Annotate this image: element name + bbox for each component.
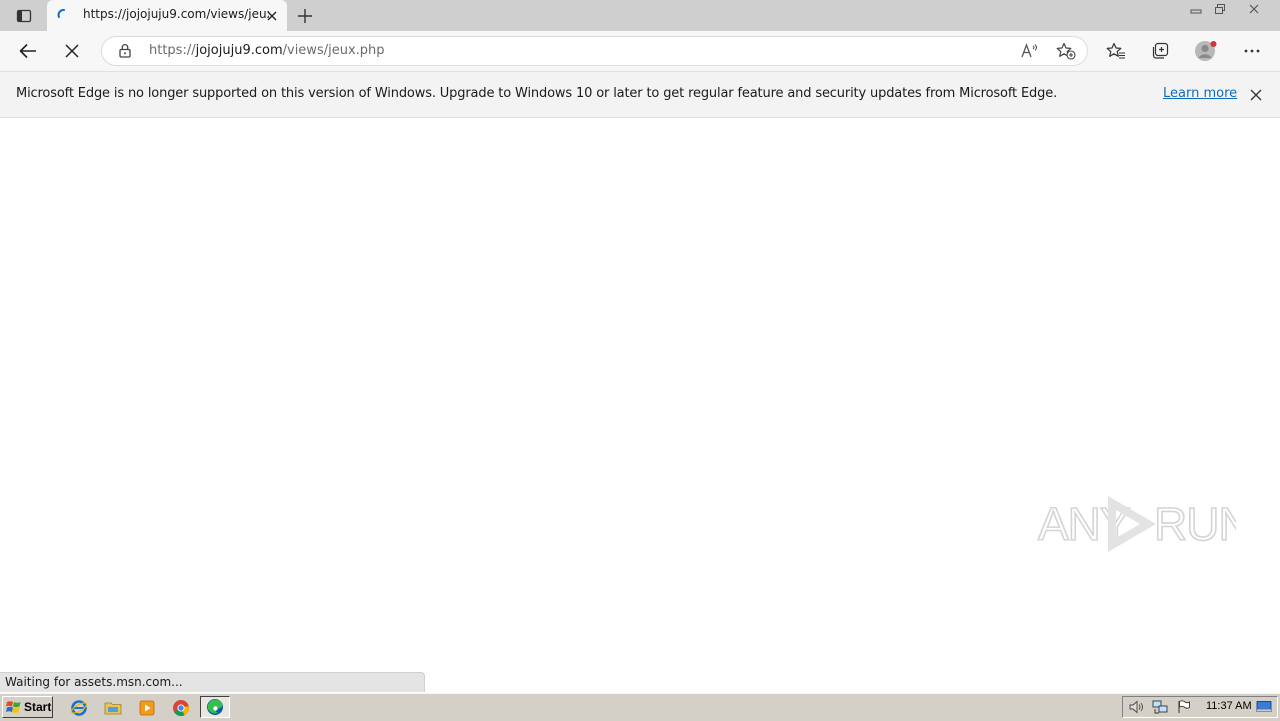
new-tab-button[interactable] xyxy=(293,4,317,28)
quick-launch-file-explorer[interactable] xyxy=(100,697,126,718)
unsupported-os-infobar: Microsoft Edge is no longer supported on… xyxy=(0,72,1280,118)
svg-text:RUN: RUN xyxy=(1154,498,1236,550)
minimize-icon xyxy=(1190,9,1202,14)
tab-strip: https://jojojuju9.com/views/jeux.php xyxy=(0,0,1280,31)
add-favorite-button[interactable] xyxy=(1055,41,1077,61)
start-label: Start xyxy=(24,700,52,714)
quick-launch-media-player[interactable] xyxy=(134,697,160,718)
tray-volume[interactable] xyxy=(1128,699,1146,715)
favorites-button[interactable] xyxy=(1103,39,1129,63)
add-favorite-icon xyxy=(1056,42,1076,60)
url-path: /views/jeux.php xyxy=(282,43,385,58)
browser-toolbar: https://jojojuju9.com/views/jeux.php xyxy=(0,31,1280,72)
infobar-close-button[interactable] xyxy=(1246,85,1266,105)
close-icon xyxy=(1250,89,1262,101)
edge-icon xyxy=(207,699,223,715)
url-host: jojojuju9.com xyxy=(195,43,283,58)
system-tray: 11:37 AM xyxy=(1122,696,1278,718)
anyrun-watermark: ANY RUN xyxy=(1037,496,1236,552)
loading-spinner-icon xyxy=(57,9,65,18)
network-icon xyxy=(1152,700,1168,714)
profile-button[interactable] xyxy=(1193,39,1219,63)
close-icon xyxy=(1249,4,1259,14)
restore-icon xyxy=(1215,4,1225,14)
learn-more-link[interactable]: Learn more xyxy=(1163,86,1237,101)
flag-icon xyxy=(1178,700,1190,713)
collections-button[interactable] xyxy=(1147,39,1173,63)
taskbar-edge-button[interactable] xyxy=(200,696,230,718)
quick-launch-chrome[interactable] xyxy=(168,697,194,718)
taskbar: Start 11:37 AM xyxy=(0,692,1280,721)
stop-icon xyxy=(65,44,79,58)
window-minimize-button[interactable] xyxy=(1184,0,1208,18)
start-button[interactable]: Start xyxy=(2,696,53,718)
back-arrow-icon xyxy=(19,43,36,59)
page-content xyxy=(0,118,1280,692)
window-restore-button[interactable] xyxy=(1208,0,1232,18)
favorites-icon xyxy=(1106,42,1125,59)
tray-action-center[interactable] xyxy=(1175,699,1193,715)
url-scheme: https:// xyxy=(149,43,196,58)
lock-icon[interactable] xyxy=(118,43,132,58)
chrome-icon xyxy=(173,699,190,716)
tab-actions-icon xyxy=(16,9,32,23)
media-player-icon xyxy=(139,700,155,715)
back-button[interactable] xyxy=(14,39,42,63)
settings-and-more-button[interactable] xyxy=(1239,39,1265,63)
tab-actions-button[interactable] xyxy=(8,4,40,28)
infobar-message: Microsoft Edge is no longer supported on… xyxy=(16,86,1058,101)
url-text[interactable]: https://jojojuju9.com/views/jeux.php xyxy=(149,43,385,58)
read-aloud-button[interactable] xyxy=(1020,41,1040,61)
tray-network[interactable] xyxy=(1151,699,1169,715)
window-close-button[interactable] xyxy=(1233,0,1275,18)
profile-avatar-icon xyxy=(1195,41,1217,61)
taskbar-clock[interactable]: 11:37 AM xyxy=(1206,700,1252,712)
address-bar[interactable]: https://jojojuju9.com/views/jeux.php xyxy=(101,36,1088,66)
collections-icon xyxy=(1152,42,1169,59)
browser-tab[interactable]: https://jojojuju9.com/views/jeux.php xyxy=(47,0,287,31)
status-bubble: Waiting for assets.msn.com... xyxy=(0,672,425,694)
tab-title: https://jojojuju9.com/views/jeux.php xyxy=(83,7,269,21)
close-icon xyxy=(267,11,277,21)
read-aloud-icon xyxy=(1021,43,1038,58)
quick-launch-internet-explorer[interactable] xyxy=(66,697,92,718)
show-desktop-button[interactable] xyxy=(1255,699,1273,715)
show-desktop-icon xyxy=(1256,701,1272,712)
plus-icon xyxy=(298,9,312,23)
ie-icon xyxy=(70,699,88,716)
more-icon xyxy=(1244,49,1260,53)
folder-icon xyxy=(104,702,122,714)
windows-logo-icon xyxy=(6,701,21,713)
volume-icon xyxy=(1129,700,1143,714)
tab-close-button[interactable] xyxy=(263,7,281,25)
status-text: Waiting for assets.msn.com... xyxy=(5,675,183,689)
stop-loading-button[interactable] xyxy=(58,39,86,63)
